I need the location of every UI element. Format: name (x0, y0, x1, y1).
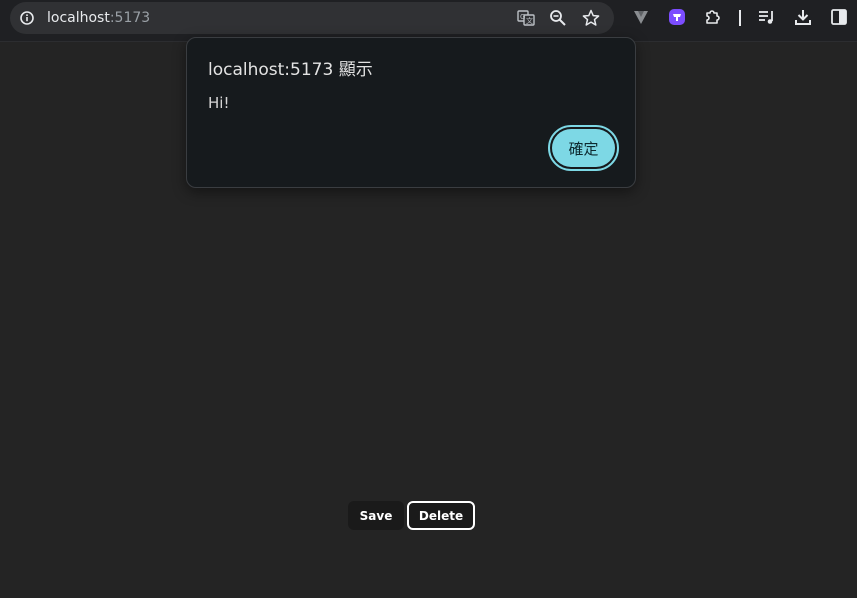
media-queue-icon[interactable] (758, 8, 776, 26)
alert-dialog: localhost:5173 顯示 Hi! 確定 (186, 37, 636, 188)
side-panel-icon[interactable] (830, 8, 848, 26)
svg-text:G: G (520, 13, 525, 21)
extension-badge-icon[interactable] (668, 8, 686, 26)
vivaldi-icon[interactable] (632, 8, 650, 26)
bookmark-star-icon[interactable] (582, 9, 600, 27)
url-text[interactable]: localhost:5173 (47, 9, 150, 27)
browser-toolbar: localhost:5173 G 文 (0, 0, 857, 42)
download-icon[interactable] (794, 8, 812, 26)
address-bar[interactable]: localhost:5173 G 文 (10, 2, 614, 34)
extensions-puzzle-icon[interactable] (704, 8, 722, 26)
site-info-icon[interactable] (20, 11, 34, 25)
save-button[interactable]: Save (348, 501, 404, 530)
svg-text:文: 文 (526, 16, 533, 25)
delete-button[interactable]: Delete (407, 501, 475, 530)
zoom-icon[interactable] (549, 9, 567, 27)
url-port: :5173 (109, 10, 151, 26)
ok-button-label: 確定 (552, 129, 615, 167)
dialog-title: localhost:5173 顯示 (208, 60, 373, 80)
translate-icon[interactable]: G 文 (517, 9, 535, 27)
url-host: localhost (47, 10, 110, 26)
ok-button[interactable]: 確定 (548, 125, 619, 171)
dialog-message: Hi! (208, 94, 230, 112)
toolbar-divider (739, 10, 741, 26)
